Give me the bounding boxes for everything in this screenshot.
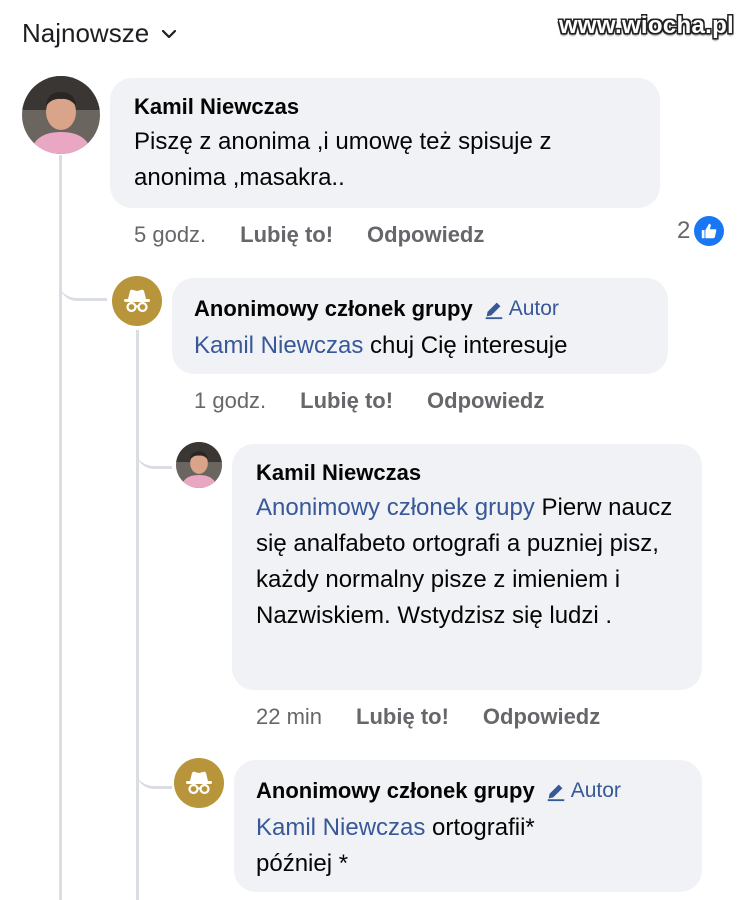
comment-time[interactable]: 5 godz. (134, 222, 206, 248)
thread-line (136, 330, 139, 900)
comment-author[interactable]: Kamil Niewczas (134, 94, 299, 120)
comment-text: Kamil Niewczas chuj Cię interesuje (194, 328, 654, 364)
comment-author[interactable]: Kamil Niewczas (256, 460, 421, 486)
mention-link[interactable]: Anonimowy członek grupy (256, 494, 535, 521)
thread-connector (136, 750, 172, 789)
comment-header: Anonimowy członek grupy Autor (256, 778, 621, 804)
comment-text: Piszę z anonima ,i umowę też spisuje z a… (134, 128, 552, 191)
comment-meta: 1 godz. Lubię to! Odpowiedz (194, 388, 544, 414)
comment-time[interactable]: 1 godz. (194, 388, 266, 414)
reply-button[interactable]: Odpowiedz (483, 704, 600, 730)
author-badge-label: Autor (570, 779, 621, 802)
comment-text: Kamil Niewczas ortografii* później * (256, 810, 586, 882)
pencil-icon (547, 784, 564, 802)
sort-dropdown[interactable]: Najnowsze (22, 18, 179, 49)
chevron-down-icon (162, 29, 177, 38)
comment-time[interactable]: 22 min (256, 704, 322, 730)
reaction-number: 2 (677, 217, 691, 244)
reply-button[interactable]: Odpowiedz (367, 222, 484, 248)
comment-bubble: Anonimowy członek grupy Autor Kamil Niew… (172, 278, 668, 374)
comment-meta: 22 min Lubię to! Odpowiedz (256, 704, 600, 730)
incognito-icon (186, 771, 212, 795)
avatar[interactable] (112, 276, 162, 326)
author-badge: Autor (545, 779, 621, 803)
thumbs-up-icon (694, 216, 725, 246)
reply-button[interactable]: Odpowiedz (427, 388, 544, 414)
mention-link[interactable]: Kamil Niewczas (256, 814, 425, 841)
avatar[interactable] (174, 758, 224, 808)
reaction-count[interactable]: 2 (677, 216, 725, 246)
avatar[interactable] (22, 76, 100, 154)
sort-label: Najnowsze (22, 18, 150, 48)
incognito-icon (124, 289, 150, 313)
watermark: www.wiocha.pl (558, 12, 734, 39)
author-badge: Autor (483, 297, 559, 321)
comment-text: Anonimowy członek grupy Pierw naucz się … (256, 490, 686, 634)
avatar[interactable] (176, 442, 222, 488)
comment-bubble: Anonimowy członek grupy Autor Kamil Niew… (234, 760, 702, 892)
comment-bubble: Kamil Niewczas Piszę z anonima ,i umowę … (110, 78, 660, 208)
comment-author[interactable]: Anonimowy członek grupy (256, 778, 535, 804)
thread-connector (59, 262, 107, 301)
like-button[interactable]: Lubię to! (356, 704, 449, 730)
like-button[interactable]: Lubię to! (300, 388, 393, 414)
comment-author[interactable]: Anonimowy członek grupy (194, 296, 473, 322)
comment-meta: 5 godz. Lubię to! Odpowiedz (134, 222, 484, 248)
author-badge-label: Autor (508, 297, 559, 320)
comment-body: chuj Cię interesuje (363, 332, 568, 359)
like-button[interactable]: Lubię to! (240, 222, 333, 248)
mention-link[interactable]: Kamil Niewczas (194, 332, 363, 359)
thread-connector (136, 430, 172, 469)
comment-bubble: Kamil Niewczas Anonimowy członek grupy P… (232, 444, 702, 690)
comment-header: Anonimowy członek grupy Autor (194, 296, 559, 322)
pencil-icon (485, 302, 502, 320)
